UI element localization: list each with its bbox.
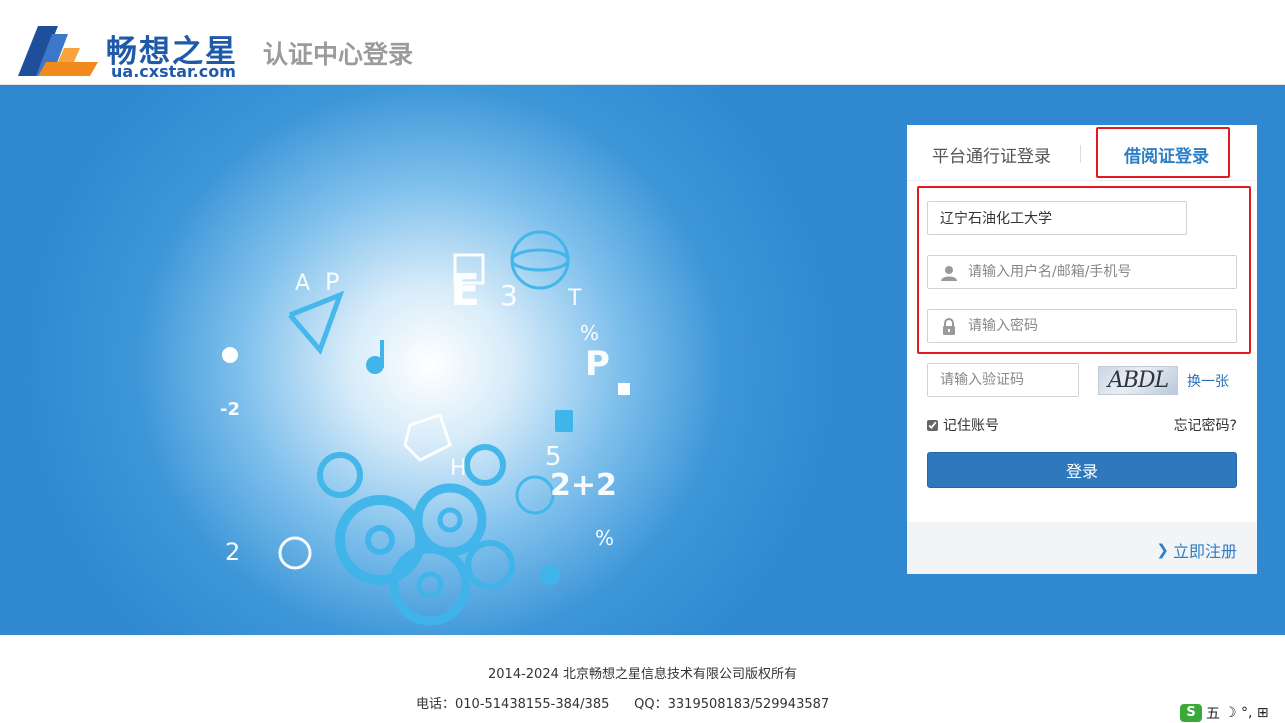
svg-text:P: P [585,344,610,384]
remember-label: 记住账号 [943,418,999,434]
ime-icons[interactable]: ☽ °, ⊞ [1224,705,1269,721]
panel-footer: ❯ 立即注册 [907,522,1257,574]
captcha-input[interactable] [928,364,1078,396]
svg-text:-2: -2 [220,399,240,420]
login-tabs: 平台通行证登录 借阅证登录 [907,125,1257,181]
ime-logo-icon: S [1180,703,1202,722]
svg-text:%: % [580,321,599,345]
ime-mode[interactable]: 五 [1206,703,1220,723]
login-panel: 平台通行证登录 借阅证登录 ABDL 换一张 记住账号 忘记密码? 登录 [907,125,1257,574]
school-input[interactable] [928,202,1186,234]
page-title: 认证中心登录 [263,40,414,69]
ime-toolbar[interactable]: S 五 ☽ °, ⊞ [1180,702,1285,723]
svg-text:P: P [325,268,339,296]
svg-text:T: T [567,286,582,311]
user-icon [941,266,957,281]
footer-contact: 电话：010-51438155-384/385 QQ：3319508183/52… [416,697,830,712]
tab-divider [1080,145,1081,163]
svg-text:3: 3 [500,279,518,312]
svg-text:A: A [295,271,310,296]
education-illustration-icon: A P E 3 T % P -2 2 2+2 5 H % [220,230,630,626]
footer-copyright: 2014-2024 北京畅想之星信息技术有限公司版权所有 [488,667,797,682]
captcha-image[interactable]: ABDL [1098,366,1178,395]
school-field[interactable] [927,201,1187,235]
remember-checkbox[interactable] [927,419,938,431]
password-input[interactable] [928,310,1236,342]
svg-text:H: H [450,456,467,481]
register-label: 立即注册 [1172,542,1237,561]
chevron-right-icon: ❯ [1156,541,1169,559]
remember-account[interactable]: 记住账号 [927,415,999,435]
lock-icon [943,318,955,335]
forgot-password-link[interactable]: 忘记密码? [1174,415,1237,435]
register-link[interactable]: ❯ 立即注册 [1156,538,1237,562]
svg-text:2: 2 [225,538,240,566]
username-input[interactable] [928,256,1236,288]
svg-text:2+2: 2+2 [550,468,617,503]
svg-text:%: % [595,526,614,550]
password-field[interactable] [927,309,1237,343]
captcha-refresh-link[interactable]: 换一张 [1187,371,1229,391]
login-button[interactable]: 登录 [927,452,1237,488]
username-field[interactable] [927,255,1237,289]
tab-library-card[interactable]: 借阅证登录 [1124,142,1209,167]
svg-text:5: 5 [545,442,562,472]
site-header: 畅想之星 ua.cxstar.com 认证中心登录 [0,0,1285,85]
tab-platform-passport[interactable]: 平台通行证登录 [932,142,1051,167]
brand-domain: ua.cxstar.com [111,62,236,81]
cxstar-logo-icon [18,26,98,76]
captcha-field[interactable] [927,363,1079,397]
svg-text:E: E [450,265,480,316]
